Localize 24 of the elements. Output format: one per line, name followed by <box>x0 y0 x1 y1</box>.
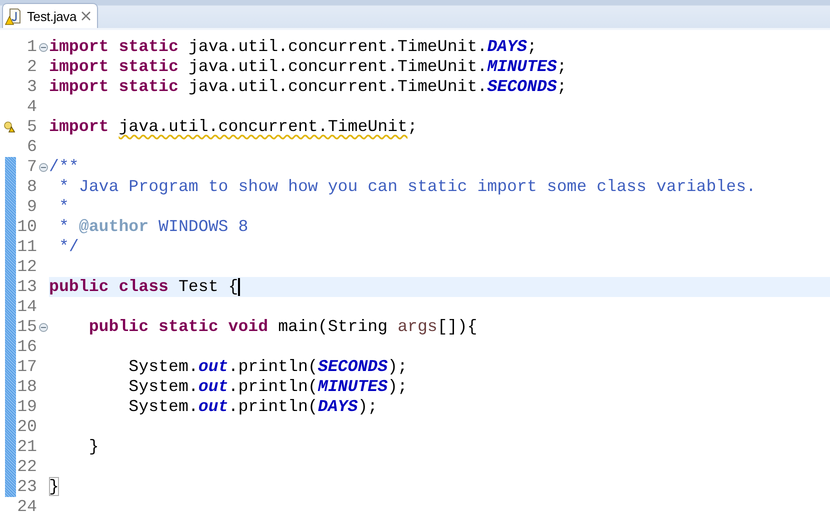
fold-icon[interactable] <box>38 162 48 172</box>
java-file-icon <box>7 8 23 24</box>
code-line: } <box>49 477 59 496</box>
code-line: public static void main(String args[]){ <box>88 317 478 336</box>
code-line: } <box>88 437 99 456</box>
editor-tab[interactable]: Test.java <box>2 3 98 28</box>
code-line: public class Test { <box>49 277 238 296</box>
code-line: System.out.println(SECONDS); <box>128 357 408 376</box>
code-line: import static java.util.concurrent.TimeUnit.SECONDS; <box>49 77 567 96</box>
code-line: import java.util.concurrent.TimeUnit; <box>49 117 418 136</box>
code-line: import static java.util.concurrent.TimeUnit.MINUTES; <box>49 57 567 76</box>
code-line: import static java.util.concurrent.TimeUnit.DAYS; <box>49 37 537 56</box>
tab-label: Test.java <box>27 8 77 24</box>
fold-icon[interactable] <box>38 322 48 332</box>
code-line: * Java Program to show how you can static import some class variables. <box>58 177 756 196</box>
code-line: * @author WINDOWS 8 <box>58 217 248 236</box>
code-line: */ <box>58 237 79 256</box>
code-line: System.out.println(MINUTES); <box>128 377 408 396</box>
warning-lightbulb-icon[interactable] <box>3 121 15 133</box>
code-line: System.out.println(DAYS); <box>128 397 378 416</box>
close-icon[interactable] <box>80 11 91 21</box>
fold-icon[interactable] <box>38 42 48 52</box>
code-line: /** <box>49 157 79 176</box>
code-line: * <box>58 197 69 216</box>
